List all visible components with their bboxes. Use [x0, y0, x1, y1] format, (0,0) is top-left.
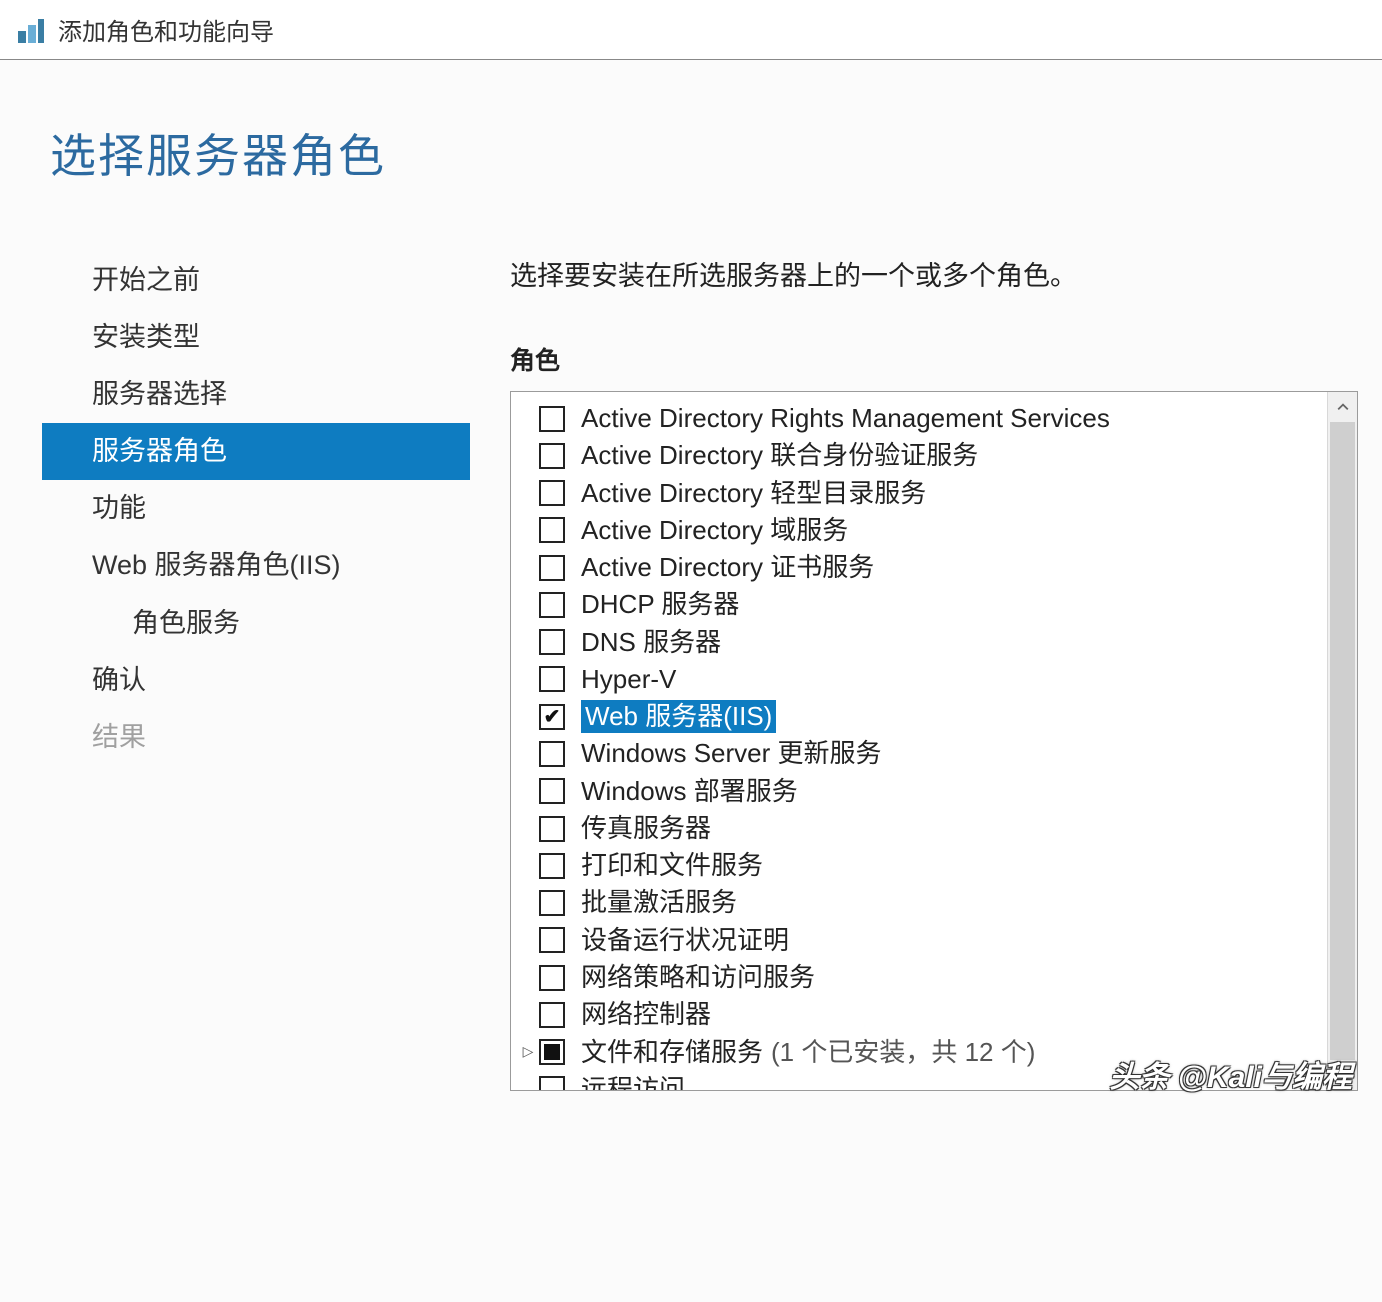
role-label: Windows 部署服务	[581, 775, 798, 808]
role-label: Active Directory 联合身份验证服务	[581, 439, 978, 472]
role-checkbox[interactable]	[539, 927, 565, 953]
nav-item[interactable]: 服务器选择	[52, 366, 470, 423]
role-row[interactable]: 设备运行状况证明	[541, 922, 1327, 959]
role-row[interactable]: Active Directory 证书服务	[541, 549, 1327, 586]
role-checkbox[interactable]	[539, 666, 565, 692]
role-checkbox[interactable]	[539, 592, 565, 618]
scroll-thumb[interactable]	[1330, 422, 1355, 1060]
role-label: Active Directory 证书服务	[581, 551, 874, 584]
role-row[interactable]: DNS 服务器	[541, 624, 1327, 661]
role-row[interactable]: 传真服务器	[541, 810, 1327, 847]
role-label: 打印和文件服务	[581, 849, 763, 882]
nav-item[interactable]: 功能	[52, 480, 470, 537]
nav-item[interactable]: 开始之前	[52, 252, 470, 309]
expand-icon[interactable]: ▷	[517, 1043, 539, 1061]
page-title: 选择服务器角色	[0, 60, 1382, 186]
role-row[interactable]: Active Directory 联合身份验证服务	[541, 437, 1327, 474]
role-row[interactable]: Web 服务器(IIS)	[541, 698, 1327, 735]
scrollbar[interactable]	[1327, 392, 1357, 1090]
role-label: DHCP 服务器	[581, 588, 739, 621]
role-label: Active Directory 轻型目录服务	[581, 477, 926, 510]
role-checkbox[interactable]	[539, 443, 565, 469]
role-checkbox[interactable]	[539, 778, 565, 804]
role-label: Web 服务器(IIS)	[581, 700, 776, 733]
server-manager-icon	[18, 17, 44, 43]
role-label: DNS 服务器	[581, 626, 721, 659]
role-row[interactable]: Active Directory Rights Management Servi…	[541, 400, 1327, 437]
role-label: 设备运行状况证明	[581, 924, 789, 957]
nav-item[interactable]: 服务器角色	[42, 423, 470, 480]
role-label: 网络策略和访问服务	[581, 961, 815, 994]
role-label: 批量激活服务	[581, 886, 737, 919]
role-label: 文件和存储服务	[581, 1036, 763, 1069]
role-label: Hyper-V	[581, 663, 676, 696]
role-checkbox[interactable]	[539, 816, 565, 842]
role-checkbox[interactable]	[539, 1002, 565, 1028]
scroll-track[interactable]	[1328, 422, 1357, 1060]
role-checkbox[interactable]	[539, 406, 565, 432]
instruction-text: 选择要安装在所选服务器上的一个或多个角色。	[510, 254, 1358, 293]
nav-item[interactable]: 确认	[52, 652, 470, 709]
role-checkbox[interactable]	[539, 1039, 565, 1065]
role-label: Active Directory Rights Management Servi…	[581, 402, 1110, 435]
role-row[interactable]: 网络策略和访问服务	[541, 959, 1327, 996]
role-label: 远程访问	[581, 1073, 685, 1090]
role-row[interactable]: 打印和文件服务	[541, 847, 1327, 884]
role-checkbox[interactable]	[539, 629, 565, 655]
roles-heading: 角色	[510, 341, 1358, 377]
role-checkbox[interactable]	[539, 1076, 565, 1090]
role-label: Active Directory 域服务	[581, 514, 848, 547]
role-checkbox[interactable]	[539, 480, 565, 506]
role-row[interactable]: 批量激活服务	[541, 884, 1327, 921]
role-row[interactable]: Hyper-V	[541, 661, 1327, 698]
role-row[interactable]: Active Directory 轻型目录服务	[541, 475, 1327, 512]
role-label: Windows Server 更新服务	[581, 737, 882, 770]
role-checkbox[interactable]	[539, 741, 565, 767]
role-checkbox[interactable]	[539, 517, 565, 543]
titlebar: 添加角色和功能向导	[0, 0, 1382, 60]
role-checkbox[interactable]	[539, 704, 565, 730]
nav-item: 结果	[52, 709, 470, 766]
roles-listbox[interactable]: Active Directory Rights Management Servi…	[510, 391, 1358, 1091]
role-row[interactable]: DHCP 服务器	[541, 586, 1327, 623]
scroll-up-button[interactable]	[1328, 392, 1357, 422]
watermark: 头条 @Kali与编程	[1109, 1052, 1352, 1096]
role-row[interactable]: 网络控制器	[541, 996, 1327, 1033]
titlebar-title: 添加角色和功能向导	[58, 12, 274, 47]
role-count-note: (1 个已安装，共 12 个)	[771, 1036, 1035, 1069]
role-row[interactable]: Windows Server 更新服务	[541, 735, 1327, 772]
role-checkbox[interactable]	[539, 853, 565, 879]
role-label: 网络控制器	[581, 998, 711, 1031]
role-row[interactable]: Active Directory 域服务	[541, 512, 1327, 549]
nav-item[interactable]: 安装类型	[52, 309, 470, 366]
role-checkbox[interactable]	[539, 890, 565, 916]
wizard-nav: 开始之前安装类型服务器选择服务器角色功能Web 服务器角色(IIS)角色服务确认…	[0, 252, 470, 1091]
nav-item[interactable]: Web 服务器角色(IIS)	[52, 537, 470, 594]
nav-item[interactable]: 角色服务	[52, 595, 470, 652]
role-row[interactable]: Windows 部署服务	[541, 773, 1327, 810]
role-checkbox[interactable]	[539, 555, 565, 581]
role-label: 传真服务器	[581, 812, 711, 845]
role-checkbox[interactable]	[539, 965, 565, 991]
